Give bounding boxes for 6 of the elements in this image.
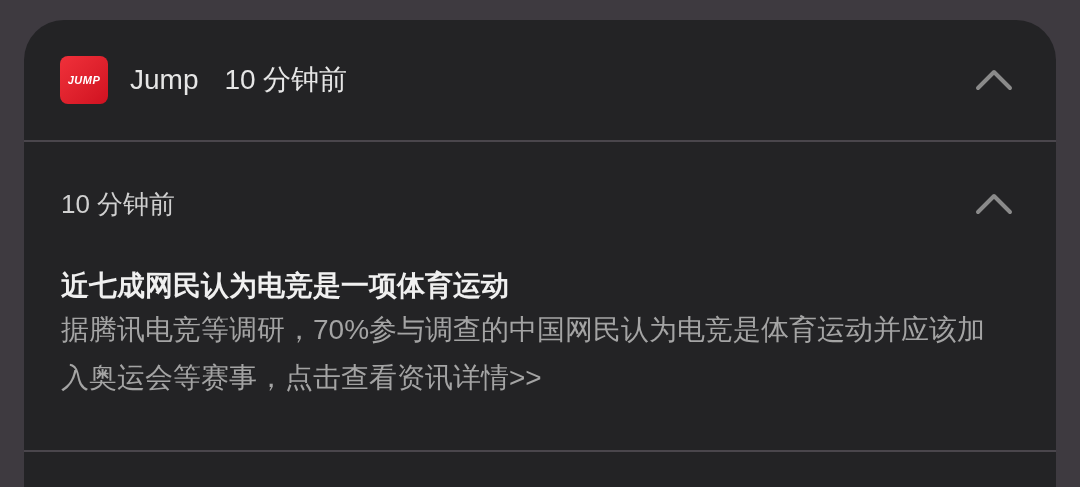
notification-title: 近七成网民认为电竞是一项体育运动: [61, 269, 510, 303]
notification-body: 据腾讯电竞等调研，70%参与调查的中国网民认为电竞是体育运动并应该加入奥运会等赛事，点击查看资讯详情>>: [61, 313, 987, 395]
notification-time: 10 分钟前: [61, 187, 176, 221]
logo-text: JUMP: [67, 72, 101, 88]
app-name: Jump: [130, 63, 199, 97]
app-time: 10 分钟前: [224, 63, 348, 97]
